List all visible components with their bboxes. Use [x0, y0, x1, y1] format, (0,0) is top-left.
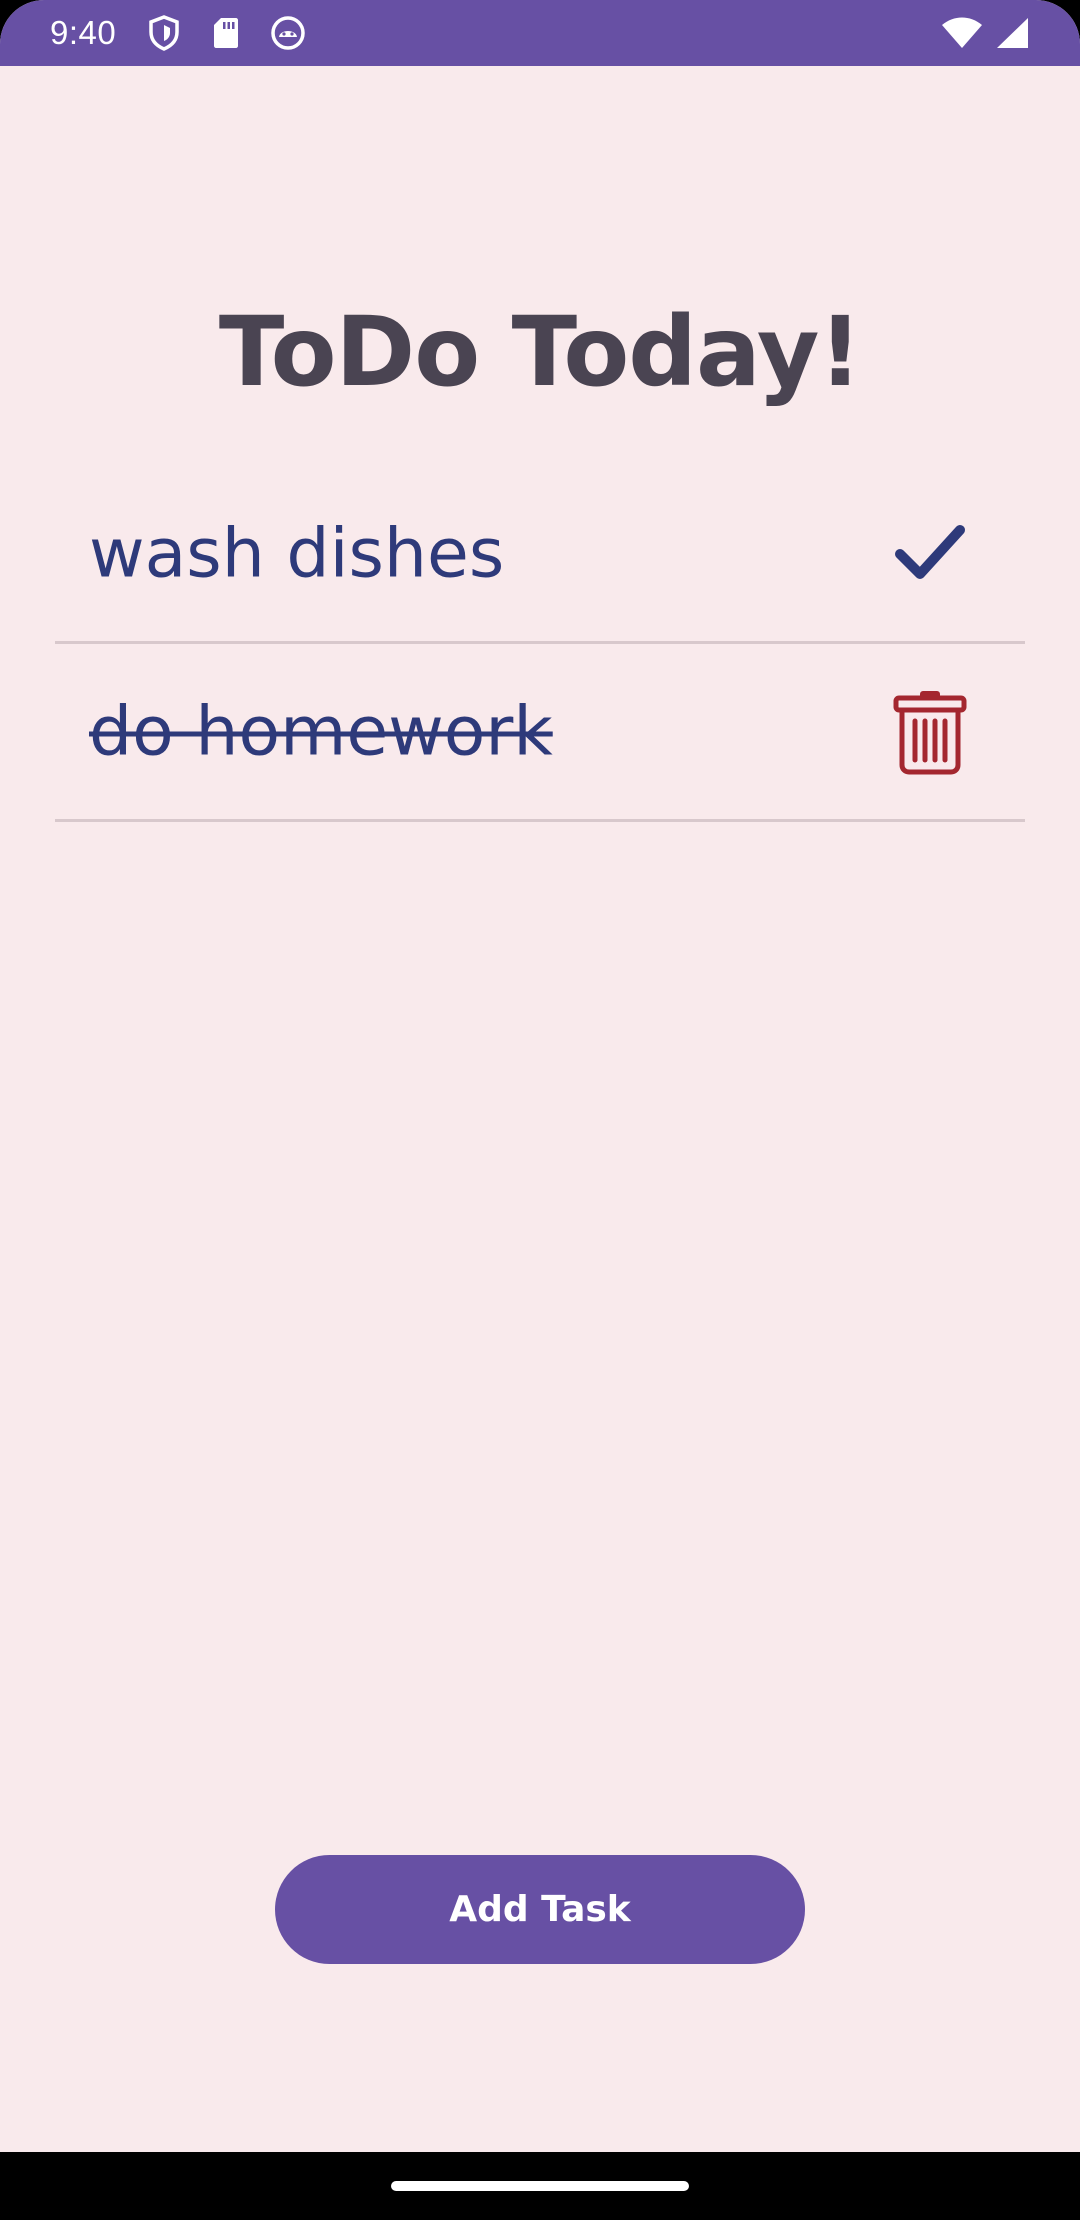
- status-icons-right: [940, 15, 1030, 51]
- add-task-button[interactable]: Add Task: [275, 1855, 805, 1964]
- task-label[interactable]: do homework: [89, 692, 553, 771]
- cell-signal-icon: [994, 15, 1030, 51]
- android-face-icon: [270, 15, 306, 51]
- shield-icon: [146, 15, 182, 51]
- task-label[interactable]: wash dishes: [89, 514, 504, 593]
- trash-icon: [893, 690, 967, 774]
- status-icons-left: [146, 15, 306, 51]
- status-time: 9:40: [50, 14, 117, 51]
- checkmark-icon: [895, 524, 965, 579]
- app-screen: 9:40 ToDo Today! wash dishes do homework…: [0, 0, 1080, 2220]
- home-handle[interactable]: [391, 2181, 689, 2191]
- task-row: wash dishes: [55, 466, 1025, 644]
- wifi-icon: [940, 15, 984, 51]
- delete-task-button[interactable]: [890, 687, 970, 777]
- page-title: ToDo Today!: [218, 296, 862, 408]
- navigation-bar: [0, 2152, 1080, 2220]
- task-list: wash dishes do homework: [55, 466, 1025, 822]
- task-row: do homework: [55, 644, 1025, 822]
- sd-card-icon: [208, 15, 244, 51]
- complete-task-button[interactable]: [890, 509, 970, 599]
- status-bar: 9:40: [0, 0, 1080, 66]
